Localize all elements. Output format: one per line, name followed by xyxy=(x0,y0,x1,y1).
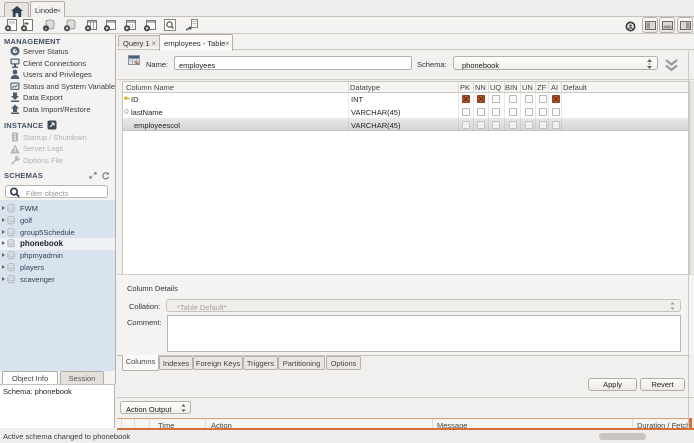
svg-text:SQL: SQL xyxy=(9,21,16,25)
